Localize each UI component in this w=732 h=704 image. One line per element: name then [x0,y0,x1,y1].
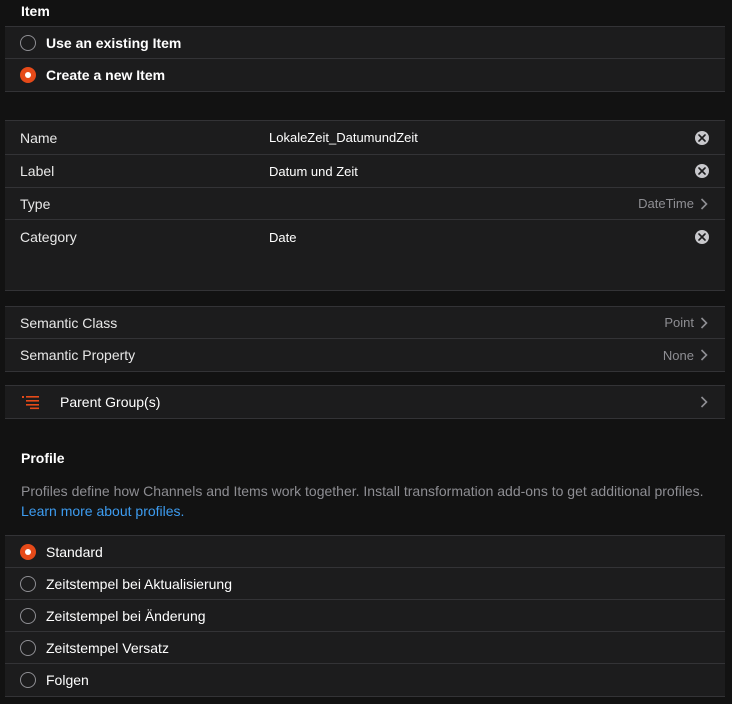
clear-icon[interactable] [695,130,709,145]
parent-groups-list: Parent Group(s) [5,385,725,419]
label-input[interactable]: Datum und Zeit [269,164,358,179]
label-field-row[interactable]: Label Datum und Zeit [5,155,725,188]
profile-option-timestamp-update[interactable]: Zeitstempel bei Aktualisierung [5,568,725,600]
radio-checked-icon[interactable] [20,67,36,83]
semantic-property-value: None [662,347,694,363]
type-value: DateTime [638,196,694,211]
semantic-class-label: Semantic Class [20,314,118,331]
radio-unchecked-icon[interactable] [20,640,36,656]
create-new-item-option[interactable]: Create a new Item [5,59,725,91]
radio-unchecked-icon[interactable] [20,672,36,688]
semantic-property-row[interactable]: Semantic Property None [5,339,725,371]
clear-icon[interactable] [695,230,709,244]
profile-option-follow[interactable]: Folgen [5,664,725,696]
profile-option-standard[interactable]: Standard [5,536,725,568]
profile-description: Profiles define how Channels and Items w… [21,481,721,521]
chevron-right-icon [700,316,708,329]
clear-icon[interactable] [695,164,709,178]
radio-checked-icon[interactable] [20,544,36,560]
category-input[interactable]: Date [269,230,296,245]
category-field-label: Category [20,229,77,245]
profile-option-timestamp-change[interactable]: Zeitstempel bei Änderung [5,600,725,632]
item-fields-list: Name LokaleZeit_DatumundZeit Label Datum… [5,120,725,291]
use-existing-item-option[interactable]: Use an existing Item [5,27,725,59]
radio-unchecked-icon[interactable] [20,35,36,51]
type-field-row[interactable]: Type DateTime [5,188,725,220]
chevron-right-icon [700,396,708,408]
profile-options-list: Standard Zeitstempel bei Aktualisierung … [5,535,725,697]
semantic-property-label: Semantic Property [20,347,136,363]
profile-description-text: Profiles define how Channels and Items w… [21,483,704,499]
semantic-class-value: Point [664,315,694,330]
profile-option-label: Standard [46,543,103,560]
use-existing-item-label: Use an existing Item [46,34,182,51]
profile-option-label: Folgen [46,672,89,688]
profile-option-label: Zeitstempel bei Änderung [46,607,206,624]
parent-groups-label: Parent Group(s) [60,394,161,410]
chevron-right-icon [700,349,708,361]
name-input[interactable]: LokaleZeit_DatumundZeit [269,130,418,145]
name-field-row[interactable]: Name LokaleZeit_DatumundZeit [5,121,725,155]
item-choice-list: Use an existing Item Create a new Item [5,26,725,92]
name-field-label: Name [20,129,58,146]
item-section-title: Item [21,3,50,19]
semantics-list: Semantic Class Point Semantic Property N… [5,306,725,372]
parent-groups-row[interactable]: Parent Group(s) [5,386,725,418]
profile-option-timestamp-offset[interactable]: Zeitstempel Versatz [5,632,725,664]
semantic-class-row[interactable]: Semantic Class Point [5,307,725,339]
category-field-row[interactable]: Category Date [5,220,725,290]
profile-section-title: Profile [21,450,65,466]
profile-option-label: Zeitstempel Versatz [46,639,169,656]
list-icon [22,396,39,410]
radio-unchecked-icon[interactable] [20,608,36,624]
learn-more-profiles-link[interactable]: Learn more about profiles. [21,501,721,521]
radio-unchecked-icon[interactable] [20,576,36,592]
profile-option-label: Zeitstempel bei Aktualisierung [46,575,232,592]
type-field-label: Type [20,195,51,212]
label-field-label: Label [20,163,55,179]
create-new-item-label: Create a new Item [46,67,166,83]
chevron-right-icon [700,197,708,210]
